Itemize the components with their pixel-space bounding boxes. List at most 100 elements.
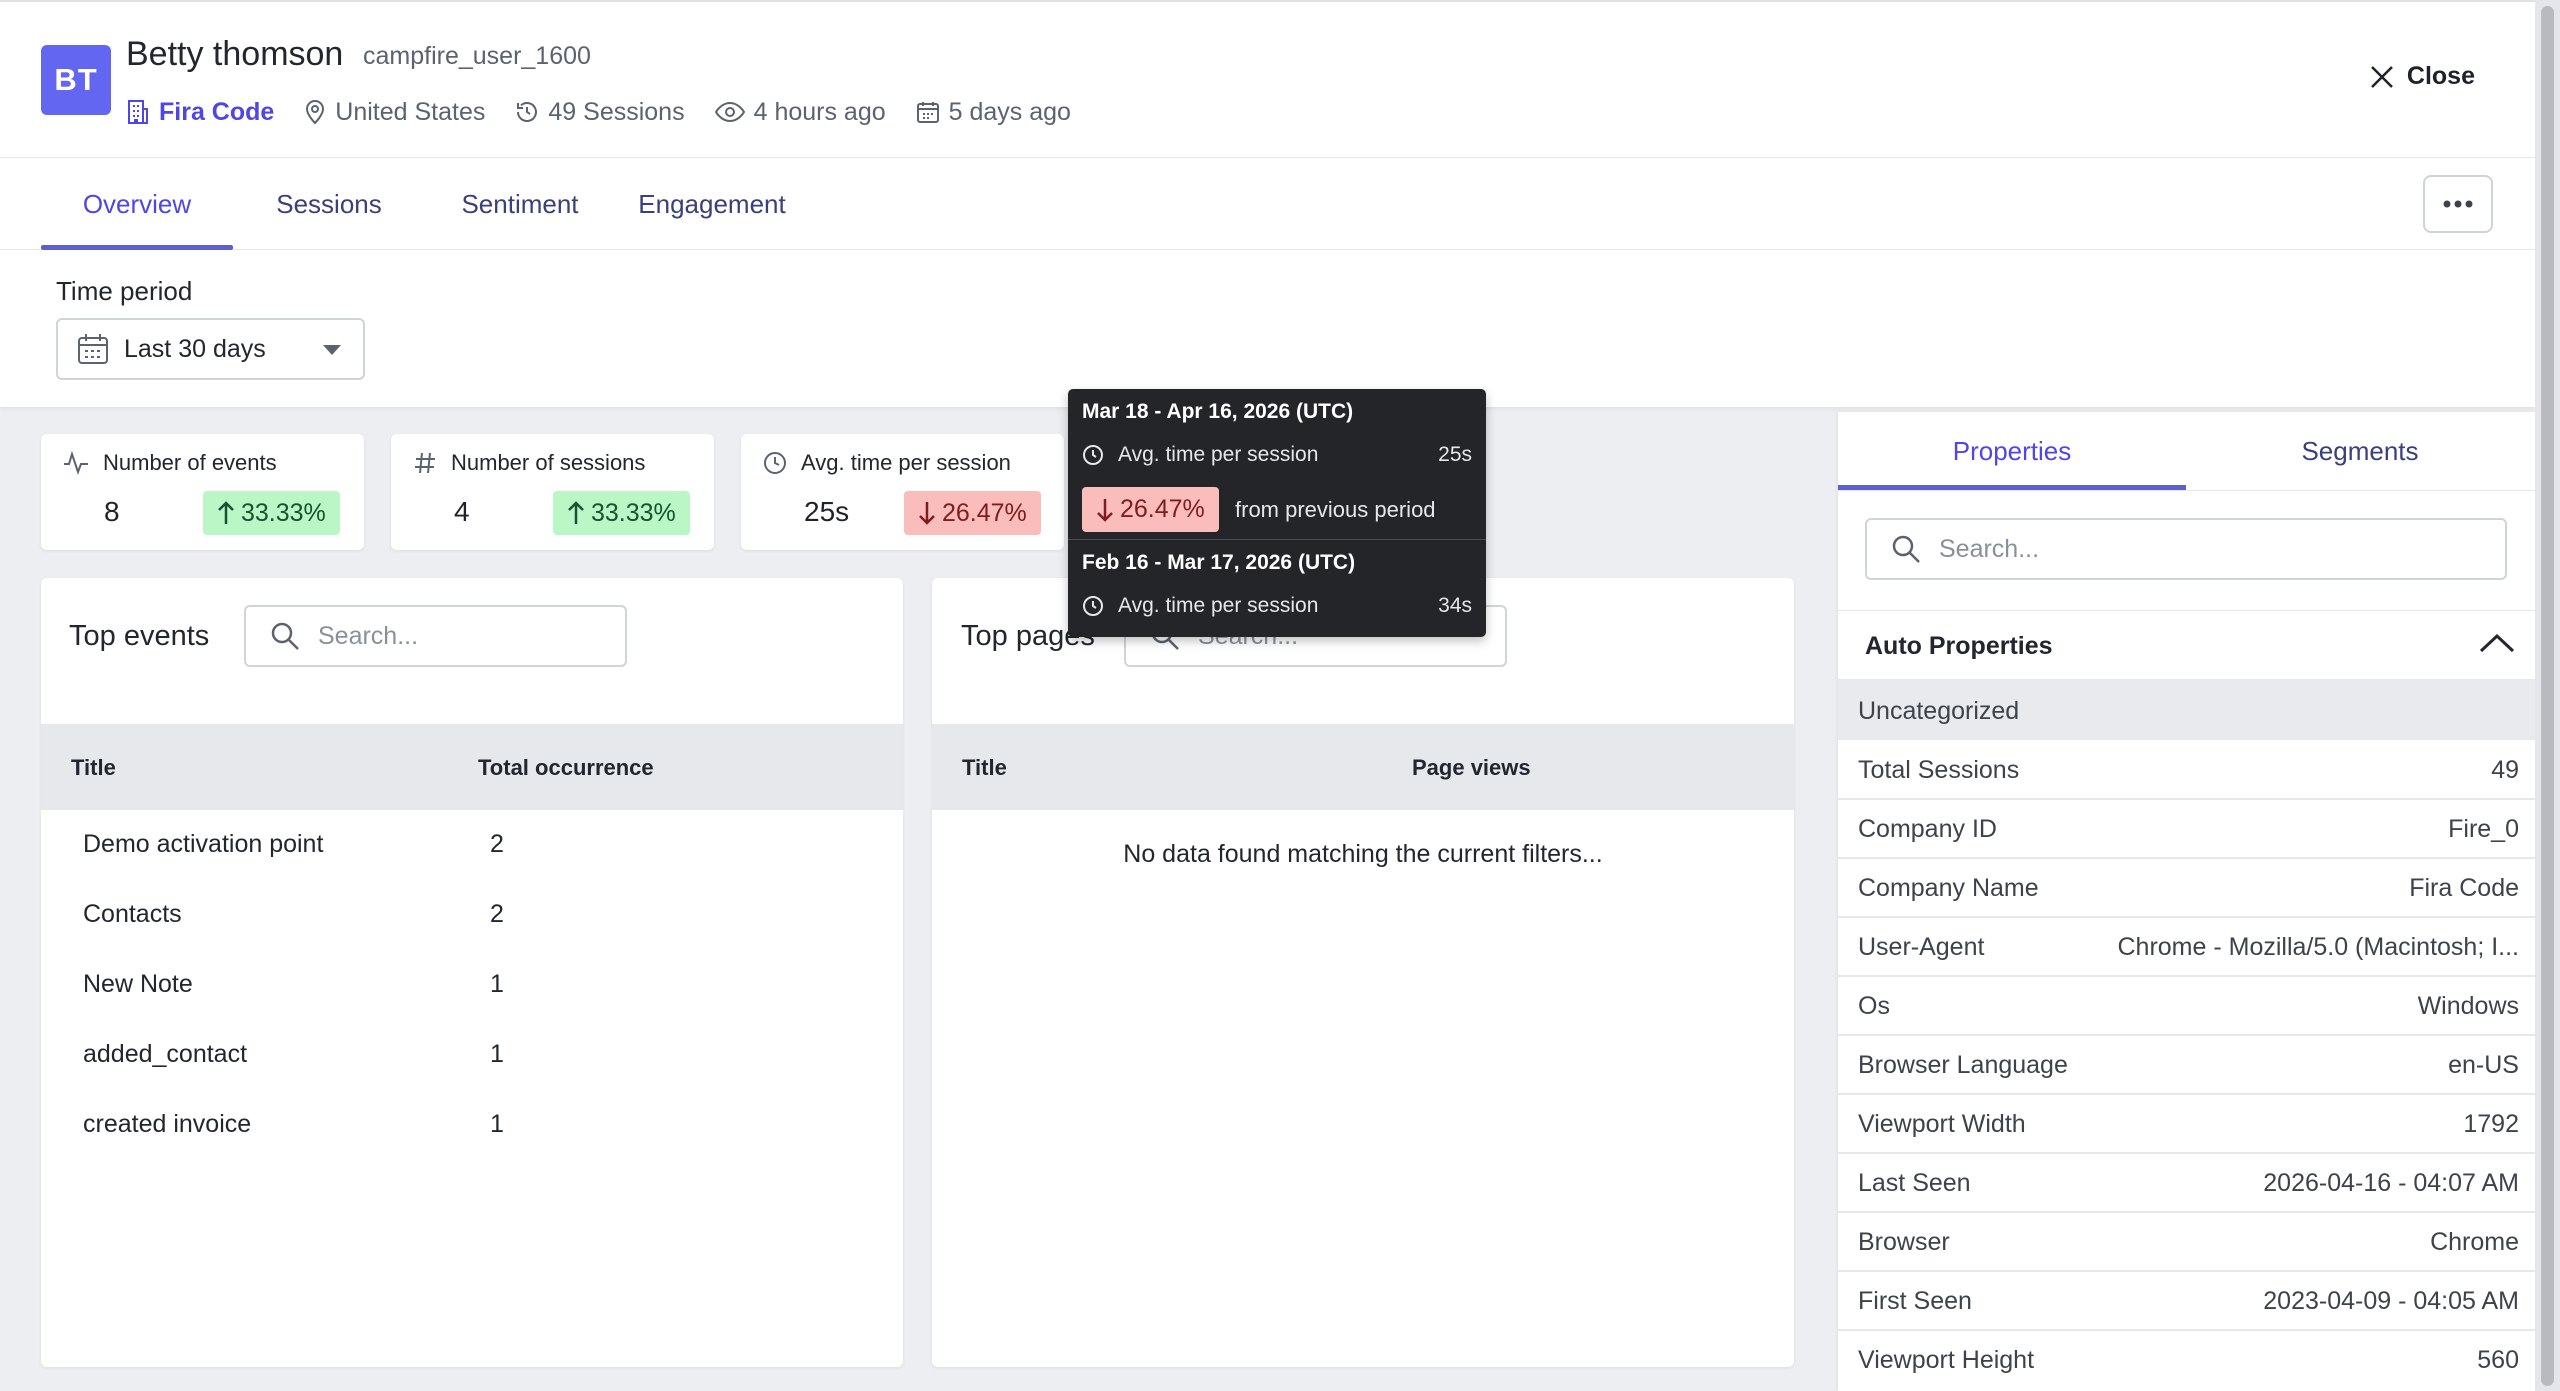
- tooltip-previous-period: Feb 16 - Mar 17, 2026 (UTC): [1082, 551, 1356, 574]
- table-row[interactable]: created invoice 1: [41, 1090, 903, 1160]
- stat-value: 4: [454, 496, 470, 527]
- stat-value: 8: [104, 496, 120, 527]
- user-name: Betty thomson: [126, 35, 344, 73]
- table-row[interactable]: added_contact 1: [41, 1020, 903, 1090]
- user-meta: Fira Code United States 49 Sessions 4 ho…: [126, 94, 1101, 130]
- arrow-down-icon: [1096, 498, 1114, 522]
- stat-label: Number of sessions: [451, 450, 646, 475]
- created-date: 5 days ago: [916, 98, 1071, 127]
- property-row: First Seen 2023-04-09 - 04:05 AM: [1838, 1272, 2535, 1331]
- stat-tooltip: Mar 18 - Apr 16, 2026 (UTC) Avg. time pe…: [1068, 389, 1486, 637]
- activity-icon: [63, 451, 89, 475]
- column-title: Title: [71, 755, 116, 780]
- table-row[interactable]: New Note 1: [41, 950, 903, 1020]
- last-seen-text: 4 hours ago: [753, 97, 886, 126]
- property-row: Company Name Fira Code: [1838, 859, 2535, 918]
- clock-icon: [1082, 595, 1104, 617]
- property-row: Last Seen 2026-04-16 - 04:07 AM: [1838, 1154, 2535, 1213]
- arrow-up-icon: [217, 501, 235, 525]
- tab-overview[interactable]: Overview: [41, 158, 233, 250]
- property-row: Os Windows: [1838, 977, 2535, 1036]
- table-row[interactable]: Demo activation point 2: [41, 810, 903, 880]
- column-title: Title: [962, 755, 1007, 780]
- clock-icon: [1082, 444, 1104, 466]
- clock-icon: [763, 451, 787, 475]
- page-scrollbar[interactable]: [2535, 0, 2560, 1391]
- top-events-search-input[interactable]: [318, 621, 567, 651]
- close-icon: [2369, 64, 2395, 90]
- top-events-search[interactable]: [244, 605, 627, 667]
- property-row: Viewport Height 560: [1858, 1346, 2519, 1374]
- stat-avg-time-card[interactable]: Avg. time per session 25s 26.47%: [741, 434, 1064, 550]
- scrollbar-thumb[interactable]: [2541, 6, 2554, 1386]
- sessions-text: 49 Sessions: [548, 97, 685, 126]
- arrow-down-icon: [918, 501, 936, 525]
- column-total-occurrence: Total occurrence: [478, 755, 654, 780]
- stat-change-badge: 26.47%: [904, 491, 1041, 535]
- category-label: Uncategorized: [1858, 697, 2020, 725]
- tooltip-change-badge: 26.47%: [1082, 487, 1219, 532]
- avatar: BT: [41, 45, 111, 115]
- properties-panel: Properties Segments Auto Properties Unca…: [1838, 412, 2535, 1391]
- location-text: United States: [335, 97, 486, 126]
- location-pin-icon: [304, 99, 326, 125]
- stat-sessions-card: Number of sessions 4 33.33%: [391, 434, 714, 550]
- main-tabs: Overview Sessions Sentiment Engagement: [0, 157, 2535, 250]
- tooltip-change-text: from previous period: [1235, 497, 1436, 522]
- chevron-up-icon[interactable]: [2479, 633, 2515, 653]
- stat-events-card: Number of events 8 33.33%: [41, 434, 364, 550]
- stat-change-badge: 33.33%: [203, 491, 340, 535]
- chevron-down-icon: [323, 345, 341, 355]
- user-header: BT Betty thomson campfire_user_1600 Fira…: [0, 0, 2535, 407]
- more-horizontal-icon: [2443, 200, 2473, 208]
- user-id: campfire_user_1600: [363, 42, 591, 70]
- tab-segments[interactable]: Segments: [2186, 412, 2534, 490]
- tab-sessions[interactable]: Sessions: [258, 158, 400, 250]
- stat-label: Number of events: [103, 450, 277, 475]
- property-row: Company ID Fire_0: [1838, 800, 2535, 859]
- time-period-select[interactable]: Last 30 days: [56, 318, 365, 380]
- building-icon: [126, 99, 150, 125]
- stat-label: Avg. time per session: [801, 450, 1011, 475]
- search-icon: [1891, 534, 1921, 564]
- category-header: Uncategorized: [1838, 680, 2535, 740]
- empty-state-text: No data found matching the current filte…: [1123, 840, 1603, 868]
- column-page-views: Page views: [1412, 755, 1531, 780]
- created-text: 5 days ago: [948, 97, 1071, 126]
- property-row: User-Agent Chrome - Mozilla/5.0 (Macinto…: [1838, 918, 2535, 977]
- top-events-title: Top events: [69, 620, 210, 652]
- eye-icon: [714, 101, 745, 123]
- auto-properties-title: Auto Properties: [1865, 632, 2053, 660]
- properties-search-input[interactable]: [1939, 534, 2369, 564]
- more-options-button[interactable]: [2423, 175, 2493, 233]
- top-pages-table-header: Title Page views: [932, 724, 1794, 810]
- auto-properties-header[interactable]: Auto Properties: [1838, 610, 2535, 680]
- company-name: Fira Code: [159, 97, 275, 126]
- arrow-up-icon: [567, 501, 585, 525]
- top-pages-panel: Top pages Title Page views No data found…: [932, 578, 1794, 1367]
- tab-sentiment[interactable]: Sentiment: [445, 158, 595, 250]
- stat-change-badge: 33.33%: [553, 491, 690, 535]
- top-events-table-header: Title Total occurrence: [41, 724, 903, 810]
- history-icon: [515, 100, 539, 124]
- property-row: Browser Language en-US: [1838, 1036, 2535, 1095]
- last-seen: 4 hours ago: [714, 97, 886, 127]
- calendar-icon: [916, 100, 940, 124]
- close-button[interactable]: Close: [2369, 62, 2475, 91]
- time-period-label: Time period: [56, 276, 193, 306]
- company-link[interactable]: Fira Code: [126, 98, 274, 127]
- tab-properties[interactable]: Properties: [1838, 412, 2186, 490]
- tooltip-current-period: Mar 18 - Apr 16, 2026 (UTC): [1082, 400, 1354, 423]
- stat-value: 25s: [804, 496, 850, 527]
- table-row[interactable]: Contacts 2: [41, 880, 903, 950]
- properties-search[interactable]: [1865, 518, 2507, 580]
- top-events-panel: Top events Title Total occurrence Demo a…: [41, 578, 903, 1367]
- calendar-icon: [76, 332, 110, 366]
- property-row: Viewport Width 1792: [1838, 1095, 2535, 1154]
- location: United States: [304, 98, 485, 127]
- search-icon: [270, 621, 300, 651]
- property-row: Total Sessions 49: [1838, 741, 2535, 800]
- sessions-count: 49 Sessions: [515, 97, 685, 127]
- tab-engagement[interactable]: Engagement: [630, 158, 794, 250]
- time-period-value: Last 30 days: [124, 334, 266, 363]
